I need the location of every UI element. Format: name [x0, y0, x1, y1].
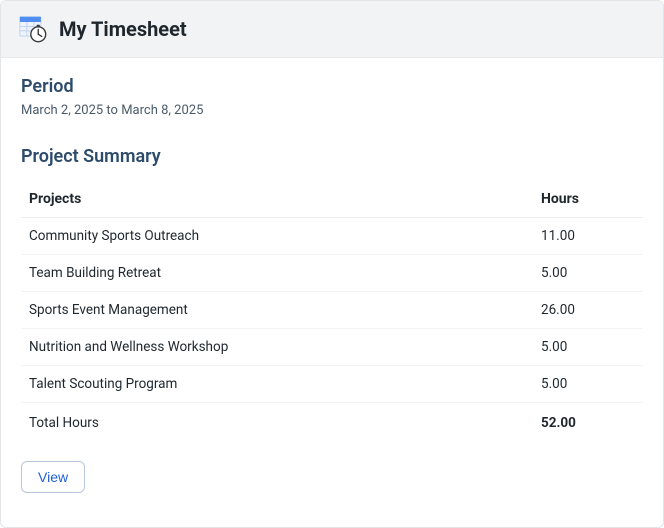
card-header: My Timesheet	[1, 1, 663, 58]
project-hours: 5.00	[533, 255, 643, 292]
total-label: Total Hours	[21, 403, 533, 442]
project-name: Team Building Retreat	[21, 255, 533, 292]
total-value: 52.00	[533, 403, 643, 442]
period-label: Period	[21, 76, 643, 97]
project-name: Community Sports Outreach	[21, 218, 533, 255]
project-hours: 5.00	[533, 329, 643, 366]
project-name: Sports Event Management	[21, 292, 533, 329]
timesheet-clock-icon	[19, 15, 47, 43]
table-header-row: Projects Hours	[21, 181, 643, 218]
project-hours: 5.00	[533, 366, 643, 403]
table-row: Nutrition and Wellness Workshop 5.00	[21, 329, 643, 366]
project-name: Nutrition and Wellness Workshop	[21, 329, 533, 366]
table-row: Sports Event Management 26.00	[21, 292, 643, 329]
project-summary-title: Project Summary	[21, 146, 643, 167]
table-row: Team Building Retreat 5.00	[21, 255, 643, 292]
project-name: Talent Scouting Program	[21, 366, 533, 403]
period-value: March 2, 2025 to March 8, 2025	[21, 103, 643, 118]
timesheet-card: My Timesheet Period March 2, 2025 to Mar…	[0, 0, 664, 528]
card-body: Period March 2, 2025 to March 8, 2025 Pr…	[1, 58, 663, 513]
project-hours: 11.00	[533, 218, 643, 255]
view-button[interactable]: View	[21, 461, 85, 493]
project-summary-table: Projects Hours Community Sports Outreach…	[21, 181, 643, 441]
table-row: Community Sports Outreach 11.00	[21, 218, 643, 255]
col-projects: Projects	[21, 181, 533, 218]
table-row: Talent Scouting Program 5.00	[21, 366, 643, 403]
page-title: My Timesheet	[59, 17, 187, 41]
actions-bar: View	[21, 461, 643, 493]
col-hours: Hours	[533, 181, 643, 218]
total-row: Total Hours 52.00	[21, 403, 643, 442]
project-hours: 26.00	[533, 292, 643, 329]
